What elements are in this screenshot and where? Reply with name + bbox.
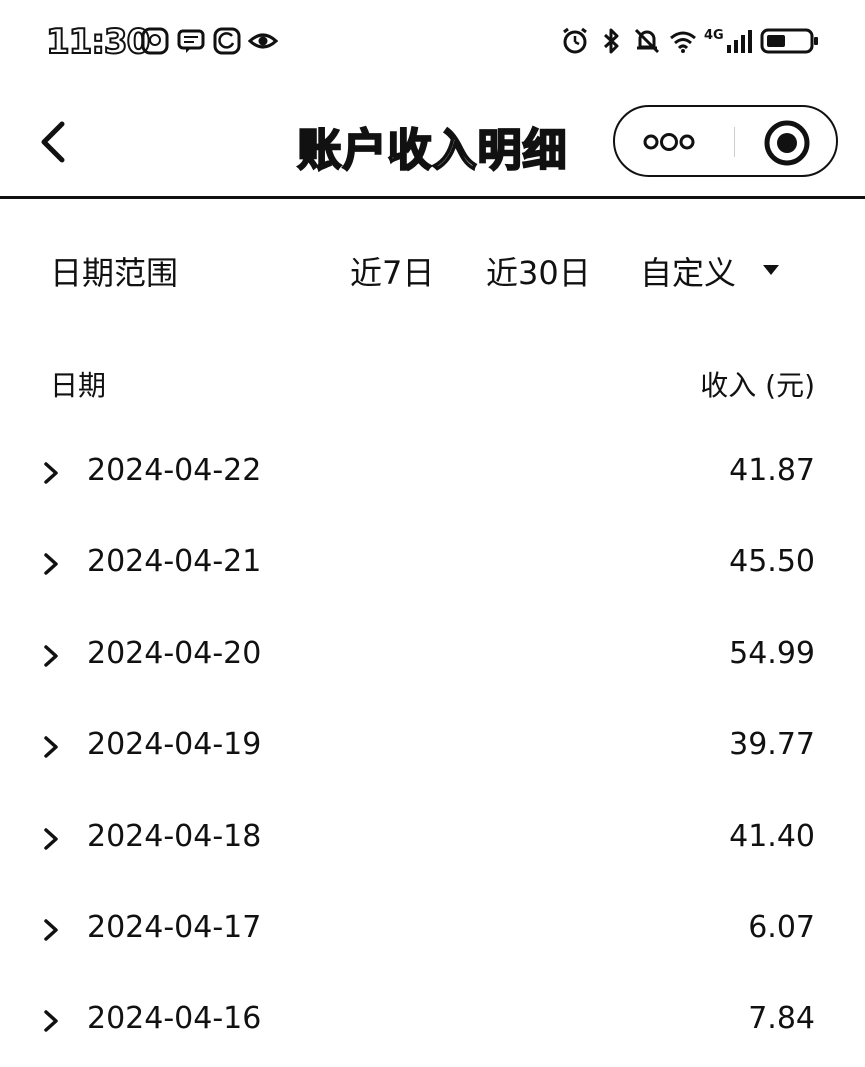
row-date: 2024-04-21 <box>87 544 262 580</box>
row-amount: 54.99 <box>729 635 815 671</box>
row-amount: 45.50 <box>729 544 815 580</box>
row-amount: 7.84 <box>748 1001 815 1037</box>
table-header: 日期 收入 (元) <box>0 360 865 404</box>
column-header-date: 日期 <box>50 369 107 402</box>
target-icon <box>763 119 811 167</box>
table-row[interactable]: 2024-04-22 41.87 <box>0 427 865 518</box>
more-button[interactable] <box>641 125 701 159</box>
message-icon <box>176 26 206 56</box>
row-amount: 41.87 <box>729 453 815 488</box>
chevron-right-icon <box>40 1007 62 1035</box>
table-row[interactable]: 2024-04-16 7.84 <box>0 975 865 1066</box>
date-range-filter: 日期范围 近7日 近30日 自定义 <box>0 240 865 300</box>
battery-icon <box>760 26 820 56</box>
table-row[interactable]: 2024-04-19 39.77 <box>0 701 865 792</box>
status-bar: 11:30 4G <box>0 0 865 88</box>
signal-icon <box>724 26 754 56</box>
row-date: 2024-04-17 <box>87 909 262 945</box>
row-date: 2024-04-18 <box>87 818 262 854</box>
table-row[interactable]: 2024-04-20 54.99 <box>0 610 865 701</box>
capsule-divider <box>734 127 735 157</box>
status-left-icons <box>140 26 278 56</box>
status-right-icons: 4G <box>560 26 820 56</box>
network-type-label: 4G <box>704 27 724 43</box>
wifi-icon <box>668 26 698 56</box>
bluetooth-icon <box>596 26 626 56</box>
row-date: 2024-04-16 <box>87 1001 262 1037</box>
chevron-right-icon <box>40 733 62 761</box>
more-dots-icon <box>641 125 701 159</box>
caret-down-icon[interactable] <box>760 262 782 278</box>
table-row[interactable]: 2024-04-17 6.07 <box>0 884 865 975</box>
close-button[interactable] <box>763 119 811 167</box>
row-amount: 41.40 <box>729 818 815 854</box>
filter-last-30-days[interactable]: 近30日 <box>486 248 591 294</box>
chevron-right-icon <box>40 825 62 853</box>
row-date: 2024-04-20 <box>87 635 262 671</box>
row-amount: 39.77 <box>729 727 815 763</box>
chevron-right-icon <box>40 916 62 944</box>
date-range-label: 日期范围 <box>50 254 179 292</box>
mute-icon <box>632 26 662 56</box>
alarm-icon <box>560 26 590 56</box>
row-date: 2024-04-19 <box>87 727 262 763</box>
chevron-right-icon <box>40 642 62 670</box>
filter-last-7-days[interactable]: 近7日 <box>350 248 434 294</box>
table-row[interactable]: 2024-04-18 41.40 <box>0 793 865 884</box>
row-amount: 6.07 <box>748 909 815 945</box>
eye-icon <box>248 26 278 56</box>
nav-bar: 账户收入明细 <box>0 88 865 199</box>
sync-icon <box>212 26 242 56</box>
status-time: 11:30 <box>45 21 151 63</box>
filter-custom[interactable]: 自定义 <box>640 248 736 294</box>
row-date: 2024-04-22 <box>87 453 262 488</box>
qq-icon <box>140 26 170 56</box>
column-header-income: 收入 (元) <box>700 369 815 402</box>
mini-program-capsule <box>613 105 838 177</box>
chevron-right-icon <box>40 550 62 578</box>
table-row[interactable]: 2024-04-21 45.50 <box>0 518 865 609</box>
income-table: 2024-04-22 41.87 2024-04-21 45.50 2024-0… <box>0 427 865 1067</box>
chevron-right-icon <box>40 459 62 487</box>
